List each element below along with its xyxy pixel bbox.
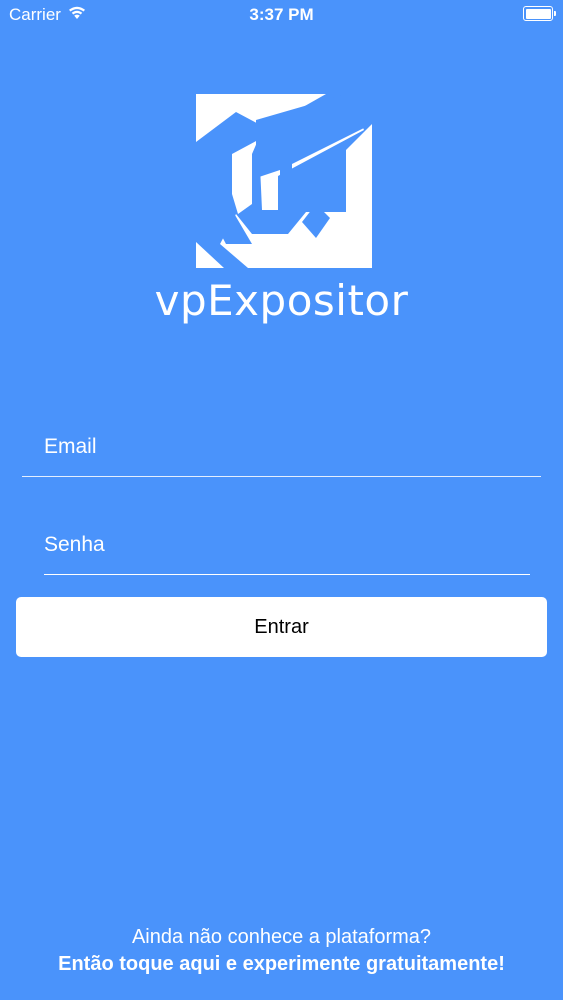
status-bar: Carrier 3:37 PM	[0, 0, 563, 30]
signup-question: Ainda não conhece a plataforma?	[131, 926, 432, 948]
vpexpositor-logo-icon	[196, 94, 372, 268]
password-field[interactable]	[44, 523, 530, 574]
status-right	[523, 6, 556, 21]
password-field-wrapper	[44, 523, 530, 575]
signup-prompt[interactable]: Ainda não conhece a plataforma? Então to…	[0, 924, 563, 977]
signup-cta-link[interactable]: Então toque aqui e experimente gratuitam…	[0, 951, 563, 977]
login-button[interactable]: Entrar	[16, 597, 547, 657]
battery-fill	[525, 8, 551, 19]
email-field[interactable]	[22, 425, 541, 476]
battery-icon	[523, 6, 556, 21]
brand-name: vpExpositor	[154, 276, 409, 325]
email-field-wrapper	[22, 425, 541, 477]
status-time: 3:37 PM	[249, 5, 314, 24]
